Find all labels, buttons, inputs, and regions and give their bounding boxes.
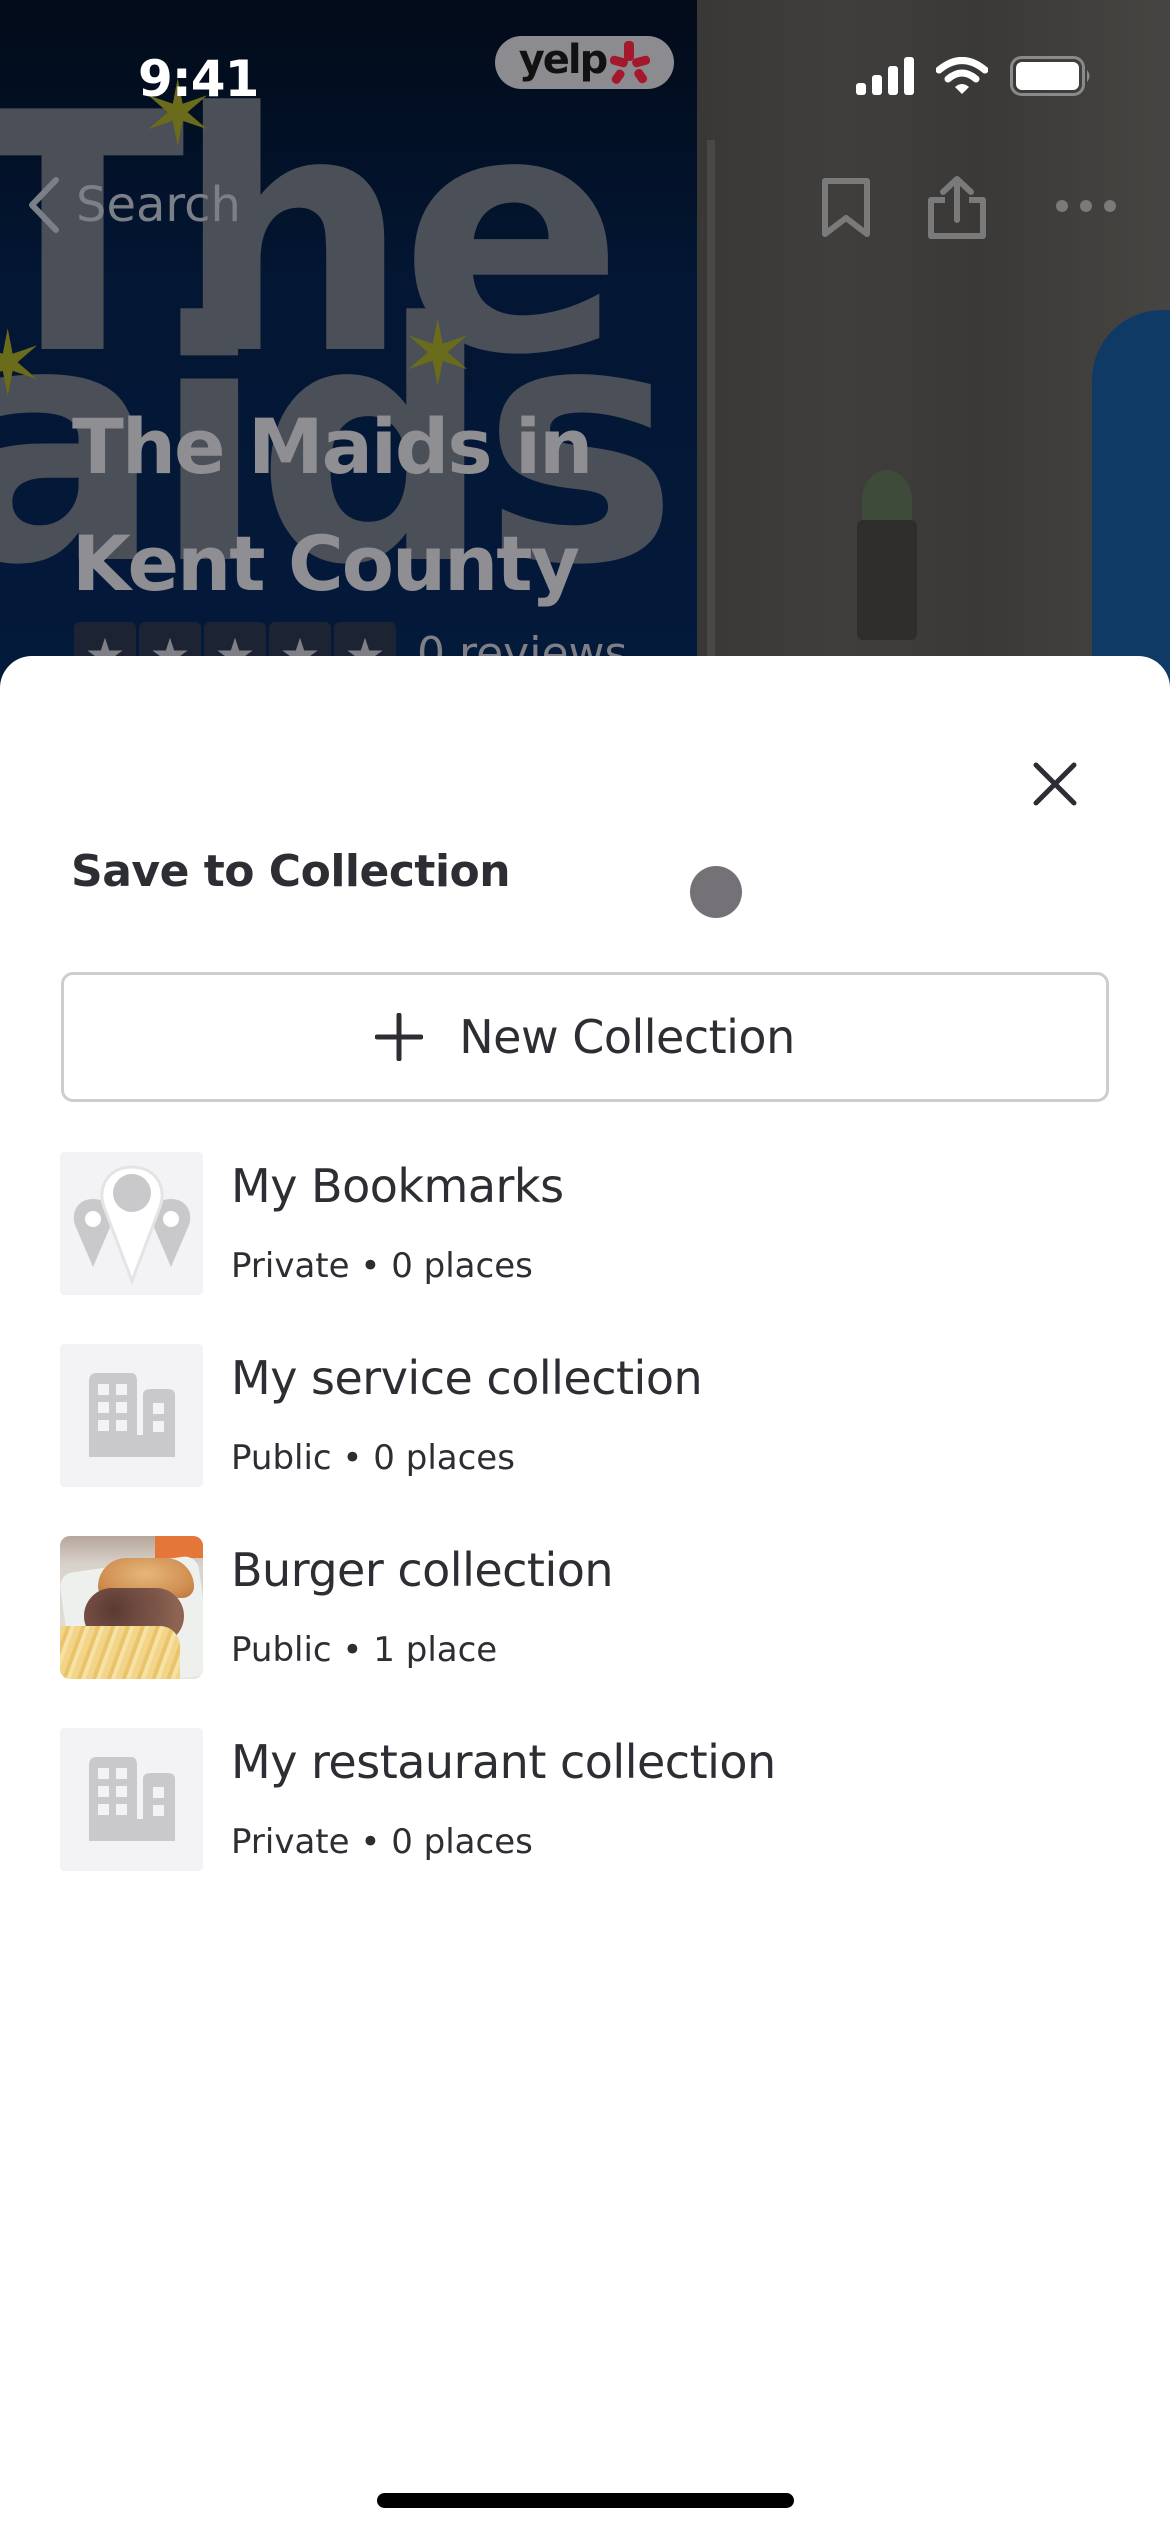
map-pins-icon — [73, 1164, 190, 1285]
business-name-line-2: Kent County — [72, 519, 580, 608]
chevron-left-icon — [29, 177, 59, 233]
building-icon — [88, 1756, 175, 1841]
collection-thumbnail — [60, 1152, 203, 1295]
back-label: Search — [76, 177, 241, 233]
new-collection-button[interactable]: New Collection — [61, 972, 1109, 1102]
collection-item-my-restaurant-collection[interactable]: My restaurant collection Private • 0 pla… — [60, 1728, 1110, 1920]
sparkle-decoration: ✶ — [400, 305, 476, 405]
business-name-line-1: The Maids in — [72, 402, 593, 491]
plus-icon — [375, 1013, 424, 1061]
more-icon — [1056, 200, 1116, 212]
battery-icon — [1010, 56, 1090, 96]
home-indicator[interactable] — [377, 2493, 794, 2508]
photo-detail — [857, 520, 917, 640]
business-secondary-photo — [697, 0, 1170, 700]
collection-item-burger-collection[interactable]: Burger collection Public • 1 place — [60, 1536, 1110, 1728]
new-collection-label: New Collection — [459, 1010, 795, 1064]
close-icon — [1033, 762, 1077, 806]
save-to-collection-sheet: Save to Collection New Collection My Boo… — [0, 656, 1170, 2532]
collection-meta: Public • 0 places — [231, 1438, 515, 1478]
bookmark-button[interactable] — [820, 176, 872, 243]
back-button[interactable]: Search — [24, 176, 241, 234]
wifi-icon — [936, 57, 988, 94]
photo-detail — [155, 1536, 203, 1558]
collection-meta: Private • 0 places — [231, 1822, 533, 1862]
photo-detail — [707, 140, 715, 660]
sparkle-decoration: ✶ — [0, 315, 46, 415]
collection-item-my-service-collection[interactable]: My service collection Public • 0 places — [60, 1344, 1110, 1536]
cellular-signal-icon — [856, 57, 914, 95]
yelp-wordmark: yelp — [518, 36, 609, 83]
collection-list: My Bookmarks Private • 0 places My servi… — [60, 1152, 1110, 1920]
status-time: 9:41 — [138, 50, 259, 108]
collection-meta: Public • 1 place — [231, 1630, 498, 1670]
yelp-logo: yelp — [495, 36, 674, 89]
building-icon — [88, 1372, 175, 1457]
photo-detail — [60, 1626, 180, 1679]
collection-thumbnail — [60, 1344, 203, 1487]
status-icons — [856, 56, 1092, 96]
bookmark-icon — [822, 178, 870, 237]
yelp-burst-icon — [610, 40, 651, 84]
photo-detail — [1092, 310, 1170, 700]
collection-thumbnail — [60, 1728, 203, 1871]
close-button[interactable] — [1024, 753, 1086, 815]
collection-name: My restaurant collection — [231, 1735, 776, 1789]
more-options-button[interactable] — [1054, 196, 1118, 221]
collection-item-my-bookmarks[interactable]: My Bookmarks Private • 0 places — [60, 1152, 1110, 1344]
sheet-title: Save to Collection — [71, 846, 511, 897]
share-button[interactable] — [925, 176, 989, 245]
collection-name: Burger collection — [231, 1543, 614, 1597]
collection-thumbnail-photo — [60, 1536, 203, 1679]
share-icon — [928, 176, 986, 239]
business-name: The Maids in Kent County — [72, 388, 593, 622]
collection-name: My service collection — [231, 1351, 703, 1405]
collection-meta: Private • 0 places — [231, 1246, 533, 1286]
collection-name: My Bookmarks — [231, 1159, 564, 1213]
touch-indicator — [690, 866, 742, 918]
